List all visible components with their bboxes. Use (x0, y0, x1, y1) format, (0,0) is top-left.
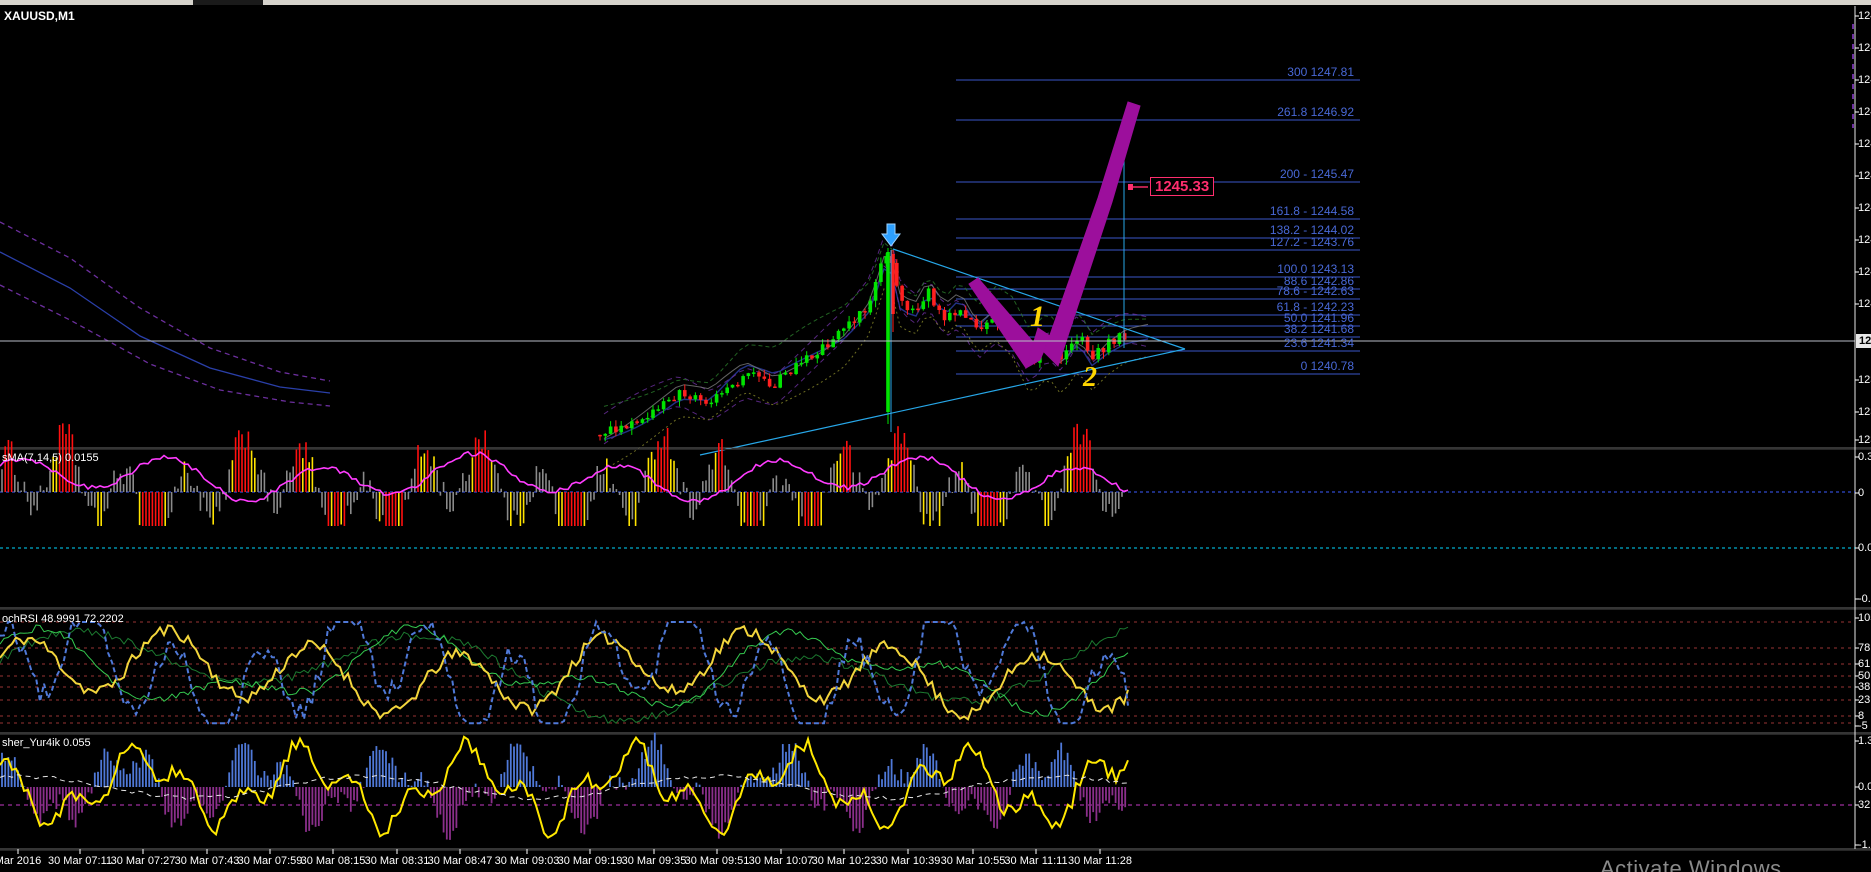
harmonic-pattern (968, 101, 1148, 370)
time-tick-label: 30 Mar 07:11 (47, 855, 113, 867)
time-tick-label: 30 Mar 08:15 (300, 855, 366, 867)
time-tick-label: 30 Mar 09:19 (557, 855, 623, 867)
price-tick-label: 124 (1858, 234, 1871, 246)
price-tick-label: 123 (1858, 374, 1871, 386)
price-tick-label: 124 (1858, 170, 1871, 182)
stochrsi-axis-label: 38.2 (1858, 681, 1871, 693)
panel-separators (0, 6, 1871, 854)
price-tick-label: 124 (1858, 42, 1871, 54)
stochrsi-panel[interactable] (0, 619, 1855, 725)
price-tick-label: 124 (1858, 74, 1871, 86)
price-tick-label: 124 (1858, 138, 1871, 150)
fisher-axis-label: 1.3 (1858, 735, 1871, 747)
time-tick-label: 30 Mar 07:59 (237, 855, 303, 867)
fib-level-label: 161.8 - 1244.58 (1269, 204, 1354, 218)
price-tick-label: 123 (1858, 406, 1871, 418)
stochrsi-panel-title: ochRSI 48.9991 72.2202 (2, 613, 124, 625)
fisher-panel[interactable] (0, 732, 1855, 840)
osma-panel[interactable] (0, 423, 1855, 549)
osma-axis-label: 0 (1858, 487, 1865, 499)
time-tick-label: 30 Mar 09:35 (621, 855, 687, 867)
ma-band-curves (0, 221, 331, 407)
price-tick-label: 124 (1858, 266, 1871, 278)
osma-axis-label: 0.3 (1858, 451, 1871, 463)
time-tick-label: 30 Mar 09:03 (494, 855, 560, 867)
wave-label-1: 1 (1030, 300, 1045, 333)
time-tick-label: 30 Mar 10:23 (811, 855, 877, 867)
time-tick-label: 30 Mar 10:07 (748, 855, 814, 867)
fib-target-price-box: 1245.33 (1150, 177, 1215, 196)
stochrsi-axis-label: 23.6 (1858, 694, 1871, 706)
fisher-axis-label: 32 (1858, 799, 1871, 811)
time-tick-label: 30 Mar 07:43 (174, 855, 240, 867)
price-tick-label: 124 (1858, 298, 1871, 310)
activate-windows-watermark: Activate Windows (1600, 856, 1782, 872)
fib-level-label: 0 1240.78 (1300, 359, 1354, 373)
fib-level-label: 38.2 1241.68 (1283, 322, 1354, 336)
time-tick-label: 30 Mar 11:28 (1067, 855, 1133, 867)
down-arrow-icon (881, 223, 901, 247)
mt4-chart-window: XAUUSD,M1 1245.33 124 sMA(7,14,5) 0.0155… (0, 0, 1871, 872)
osma-axis-label: 0.0 (1858, 542, 1871, 554)
price-tick-label: 124 (1858, 202, 1871, 214)
stochrsi-axis-label: 105 (1858, 612, 1871, 624)
time-tick-label: 30 Mar 09:51 (684, 855, 750, 867)
fisher-panel-title: sher_Yur4ik 0.055 (2, 737, 91, 749)
price-tick-label: 124 (1858, 106, 1871, 118)
fib-level-label: 127.2 - 1243.76 (1269, 235, 1354, 249)
fib-level-label: 78.6 - 1242.63 (1276, 284, 1354, 298)
time-tick-label: 30 Mar 07:27 (110, 855, 176, 867)
osma-axis-label: -0.2 (1858, 593, 1871, 605)
time-tick-label: 30 Mar 08:31 (364, 855, 430, 867)
stochrsi-axis-label: 61.8 (1858, 658, 1871, 670)
time-tick-label: 30 Mar 08:47 (427, 855, 493, 867)
osma-panel-title: sMA(7,14,5) 0.0155 (2, 452, 99, 464)
fisher-axis-label: -1.5 (1858, 839, 1871, 851)
time-tick-label: 30 Mar 10:55 (940, 855, 1006, 867)
time-tick-label: 30 Mar 11:11 (1004, 855, 1068, 867)
fib-level-label: 23.6 1241.34 (1283, 336, 1354, 350)
fib-level-label: 200 - 1245.47 (1279, 167, 1354, 181)
price-tick-label: 123 (1858, 434, 1871, 446)
fib-level-label: 300 1247.81 (1287, 65, 1354, 79)
fisher-axis-label: 0.0 (1858, 781, 1871, 793)
wave-label-2: 2 (1083, 362, 1097, 393)
stochrsi-axis-label: -5 (1858, 720, 1868, 732)
chart-canvas[interactable] (0, 0, 1871, 872)
stochrsi-axis-label: 78.6 (1858, 642, 1871, 654)
price-tick-label: 124 (1858, 10, 1871, 22)
symbol-period-label: XAUUSD,M1 (4, 9, 75, 23)
time-tick-label: 30 Mar 10:39 (875, 855, 941, 867)
current-price-marker: 124 (1856, 334, 1871, 348)
time-tick-label: Mar 2016 (0, 855, 42, 867)
fib-level-label: 261.8 1246.92 (1277, 105, 1354, 119)
